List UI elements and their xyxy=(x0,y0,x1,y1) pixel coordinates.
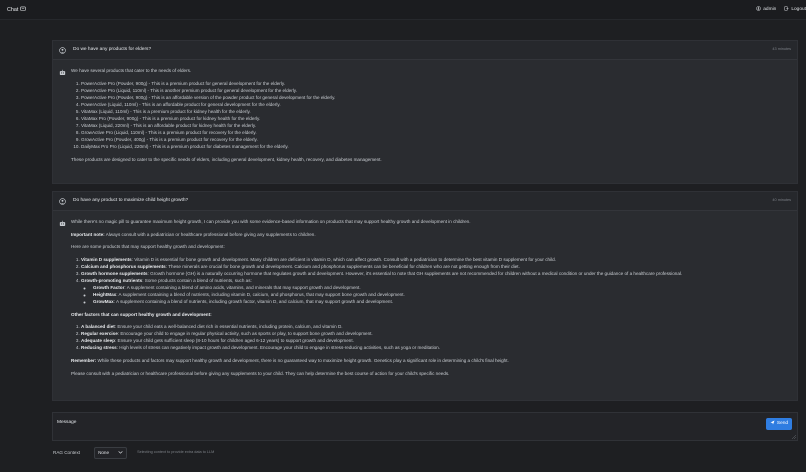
list-item: HeightMax: A supplement containing a ble… xyxy=(93,292,787,299)
assistant-answer: We have several products that cater to t… xyxy=(53,60,797,177)
logout-label: Logout xyxy=(791,7,806,12)
important-note: Important note: Always consult with a pe… xyxy=(71,231,316,237)
list-item: Growth Factor: A supplement containing a… xyxy=(93,285,787,292)
list-item: Regular exercise: Encourage your child t… xyxy=(81,331,787,338)
answer-intro: We have several products that cater to t… xyxy=(71,68,192,73)
send-button[interactable]: Send xyxy=(766,418,792,430)
answer-paragraph: Here are some products that may support … xyxy=(71,244,225,250)
assistant-answer: While there's no magic pill to guarantee… xyxy=(53,211,797,391)
list-item: PowerActive Pro (Liquid, 110ml) - This i… xyxy=(81,88,787,95)
list-item: PowerActive Pro (Powder, 900g) - This is… xyxy=(81,95,787,102)
product-list: PowerActive Pro (Powder, 900g) - This is… xyxy=(81,81,787,151)
list-item: VitaMax Pro (Powder, 900g) - This is a p… xyxy=(81,116,787,123)
app-title: Chat xyxy=(7,7,19,13)
question-text: Do we have any products for elders? xyxy=(73,46,152,52)
list-item: Calcium and phosphorus supplements: Thes… xyxy=(81,264,787,271)
answer-outro: These products are designed to cater to … xyxy=(71,156,382,162)
message-time: 40 minutes xyxy=(772,198,791,202)
list-item: Adequate sleep: Ensure your child gets s… xyxy=(81,338,787,345)
rag-context-bar: RAG Context None Selecting context to pr… xyxy=(53,447,214,459)
bot-avatar-icon xyxy=(59,220,66,227)
user-question: Do we have any products for elders? 43 m… xyxy=(53,41,797,60)
answer-paragraph: While there's no magic pill to guarantee… xyxy=(71,219,471,224)
list-item: Vitamin D supplements: Vitamin D is esse… xyxy=(81,257,787,264)
app-brand[interactable]: Chat xyxy=(7,6,27,16)
rag-context-select[interactable]: None xyxy=(94,447,128,459)
rag-hint: Selecting context to provide extra data … xyxy=(137,450,215,455)
list-item: DailyMax Pro Pro (Liquid, 220ml) - This … xyxy=(81,144,787,151)
list-item: Growth-promoting nutrients: Some product… xyxy=(81,278,787,305)
user-menu[interactable]: admin xyxy=(756,6,776,15)
message-placeholder: Message xyxy=(57,420,77,425)
rag-label: RAG Context xyxy=(53,449,81,455)
user-question: Do have any product to maximize child he… xyxy=(53,192,797,211)
resize-handle-icon[interactable] xyxy=(791,434,797,440)
user-icon xyxy=(756,6,762,15)
send-icon xyxy=(770,420,775,429)
user-avatar-icon xyxy=(59,197,66,205)
bot-avatar-icon xyxy=(59,69,66,76)
list-item: Growth hormone supplements: Growth hormo… xyxy=(81,271,787,278)
list-item: GrowMax: A supplement containing a blend… xyxy=(93,299,787,306)
send-label: Send xyxy=(776,420,789,426)
message-input[interactable]: Message Send xyxy=(52,412,798,441)
list-item: A balanced diet: Ensure your child eats … xyxy=(81,324,787,331)
closing-paragraph: Please consult with a pediatrician or he… xyxy=(71,370,450,376)
top-bar: Chat admin Logout xyxy=(0,0,806,20)
factor-list: A balanced diet: Ensure your child eats … xyxy=(81,324,787,352)
chat-icon xyxy=(20,6,27,16)
list-item: PowerActive (Liquid, 110ml) - This is an… xyxy=(81,102,787,109)
list-item: Reducing stress: High levels of stress c… xyxy=(81,345,787,352)
list-item: GrowActive Pro (Liquid, 110ml) - This is… xyxy=(81,130,787,137)
logout-icon xyxy=(784,6,789,15)
message-time: 43 minutes xyxy=(772,47,791,51)
chevron-down-icon xyxy=(118,450,123,457)
chat-message: Do we have any products for elders? 43 m… xyxy=(52,40,798,184)
remember-note: Remember: While these products and facto… xyxy=(71,357,509,363)
rag-selected-value: None xyxy=(98,449,110,455)
chat-history[interactable]: Do we have any products for elders? 43 m… xyxy=(52,40,798,402)
chat-message: Do have any product to maximize child he… xyxy=(52,191,798,401)
list-item: VitaMax (Liquid, 220ml) - This is an aff… xyxy=(81,123,787,130)
question-text: Do have any product to maximize child he… xyxy=(73,197,189,203)
user-avatar-icon xyxy=(59,46,66,54)
product-list: Vitamin D supplements: Vitamin D is esse… xyxy=(81,257,787,306)
list-item: PowerActive Pro (Powder, 900g) - This is… xyxy=(81,81,787,88)
list-item: GrowActive Pro (Powder, 400g) - This is … xyxy=(81,137,787,144)
section-heading: Other factors that can support healthy g… xyxy=(71,311,212,317)
username: admin xyxy=(763,7,777,12)
list-item: VitaMax (Liquid, 110ml) - This is a prem… xyxy=(81,109,787,116)
sub-list: Growth Factor: A supplement containing a… xyxy=(93,285,787,306)
logout-button[interactable]: Logout xyxy=(784,6,806,15)
